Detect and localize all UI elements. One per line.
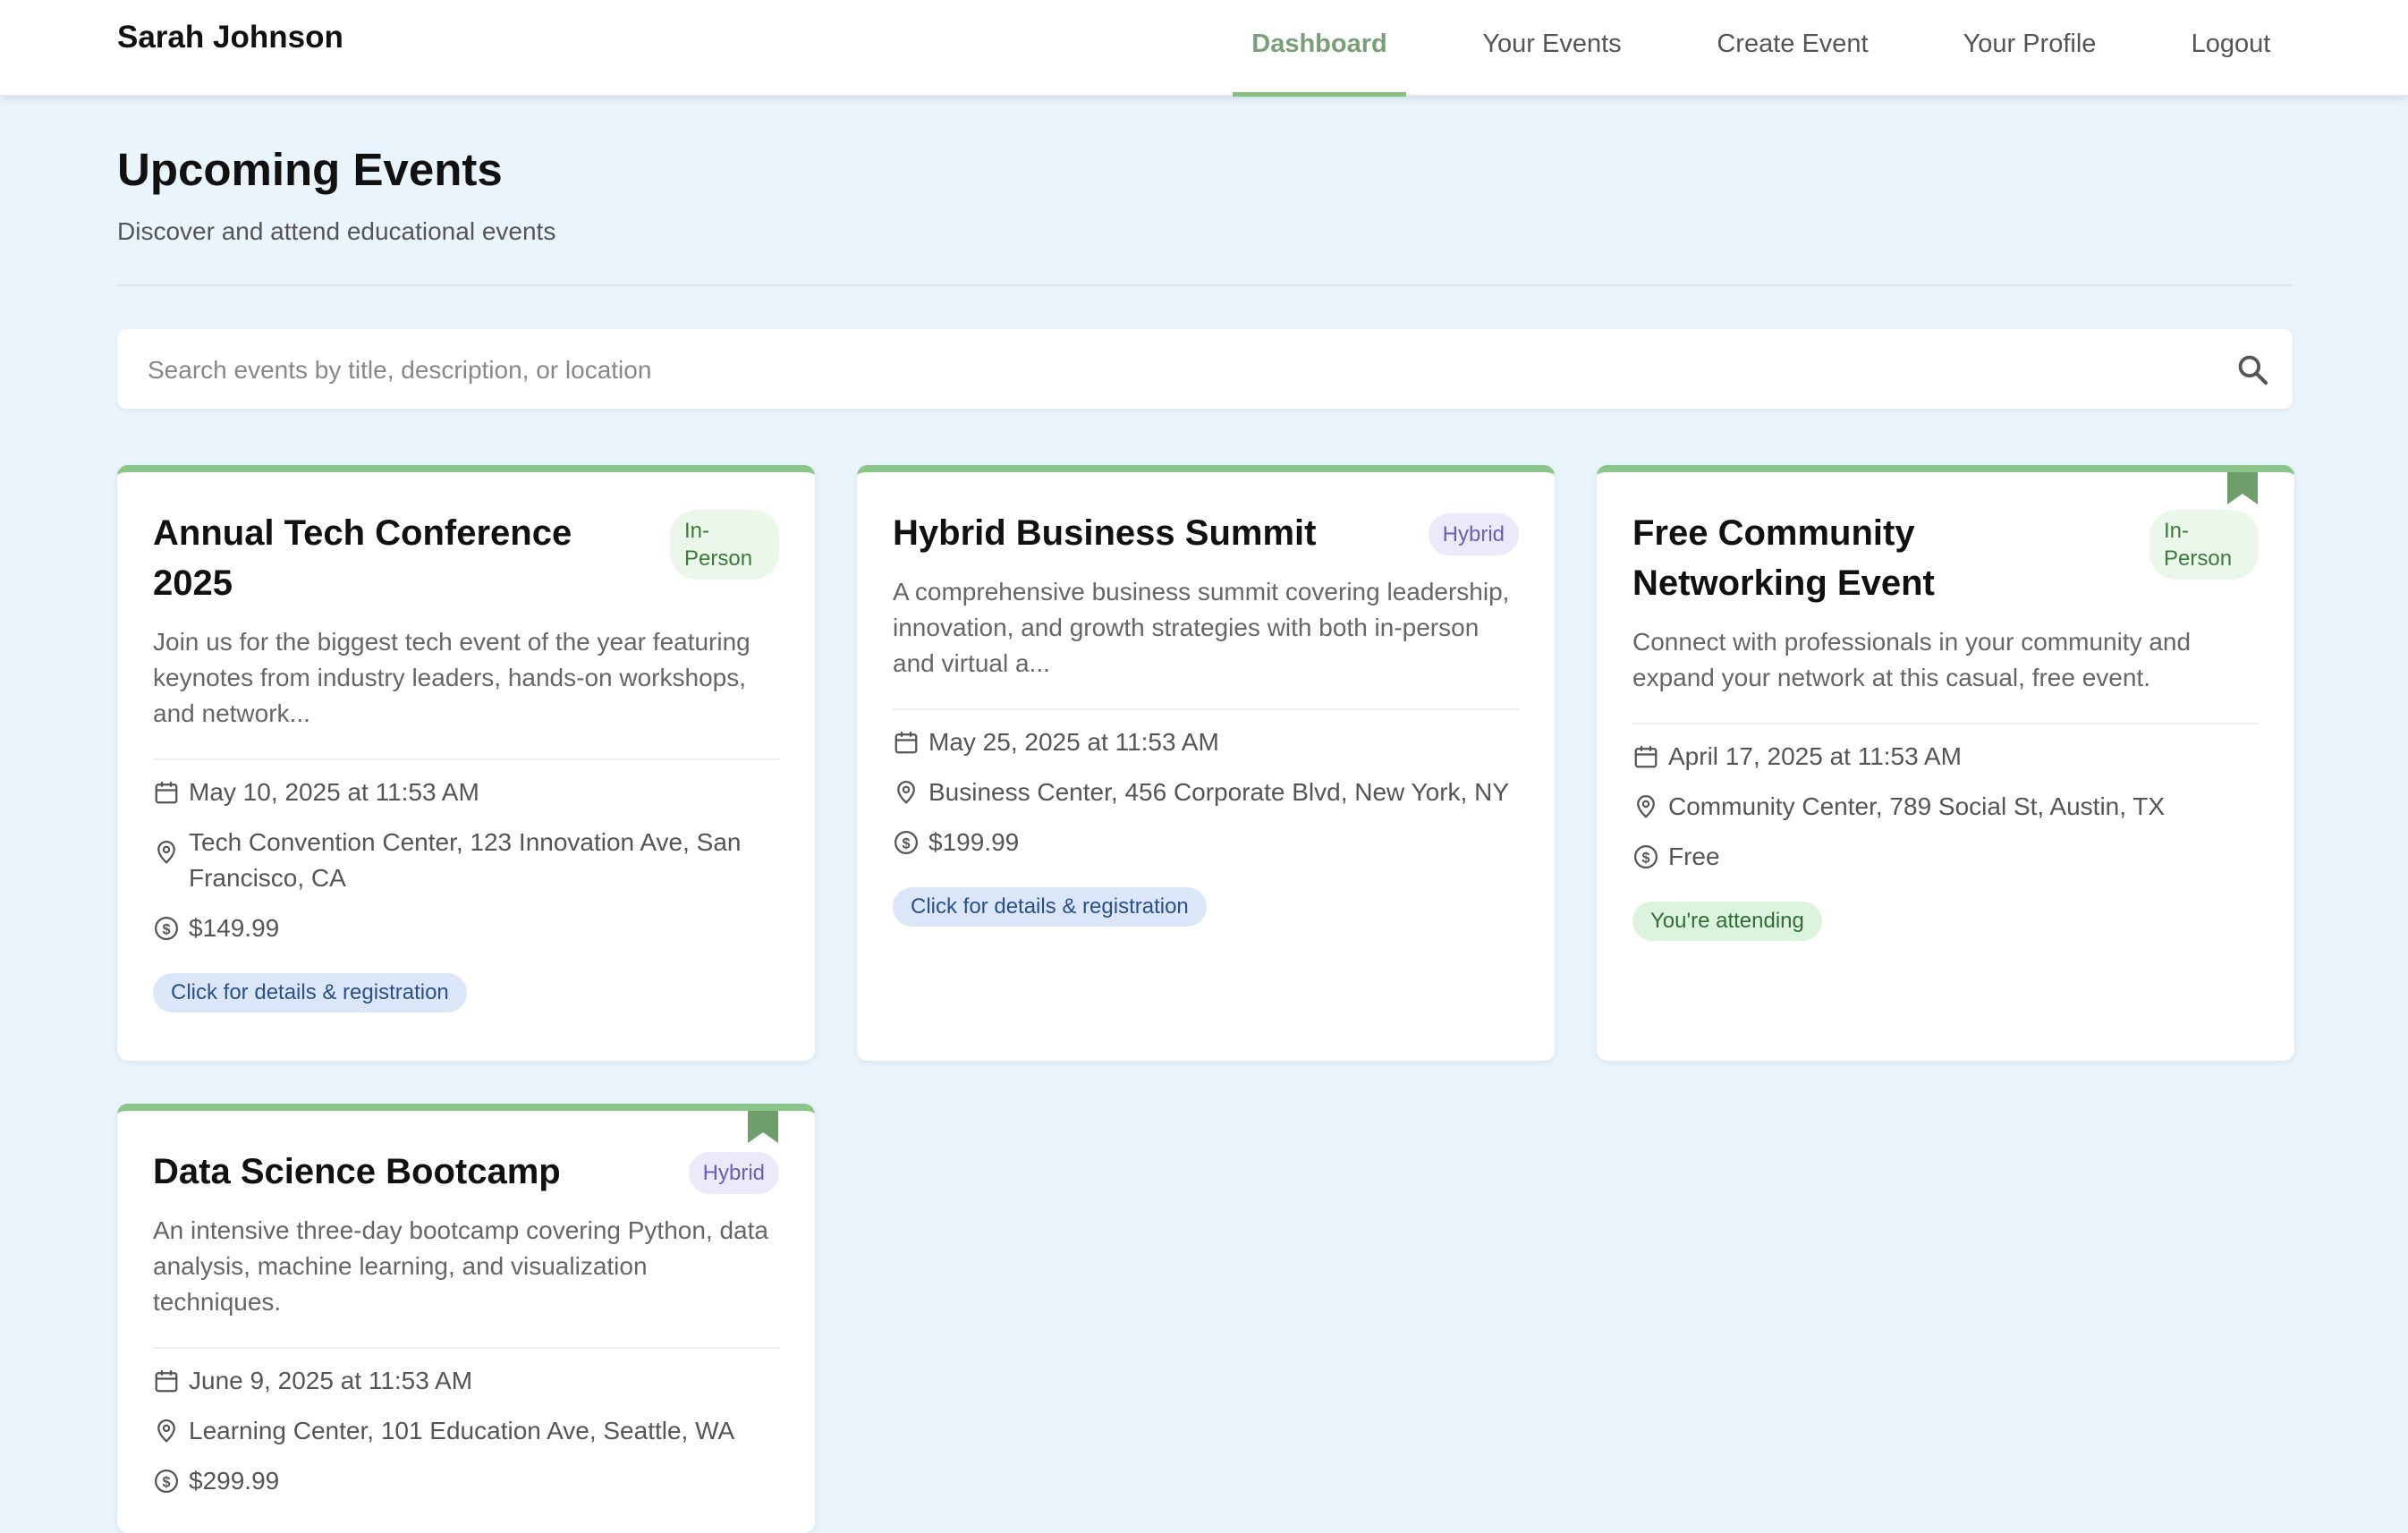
event-card[interactable]: Data Science Bootcamp Hybrid An intensiv… [117,1104,815,1533]
header-divider [117,284,2293,286]
calendar-icon [155,1370,178,1393]
dollar-icon: $ [155,917,178,940]
calendar-icon [1634,746,1658,768]
search-box [117,329,2293,411]
svg-text:$: $ [162,1474,170,1490]
event-date-text: May 10, 2025 at 11:53 AM [189,778,479,806]
location-pin-icon [157,1419,175,1443]
svg-text:$: $ [1641,850,1649,866]
search-icon[interactable] [2235,352,2269,386]
event-type-badge: Hybrid [688,1152,779,1194]
event-price-text: $299.99 [189,1467,280,1495]
calendar-icon [155,782,178,804]
location-pin-icon [1637,795,1655,818]
dollar-icon: $ [155,1469,178,1493]
event-price: $ $299.99 [153,1463,779,1499]
event-card[interactable]: Annual Tech Conference 2025 In-Person Jo… [117,465,815,1061]
event-location-text: Tech Convention Center, 123 Innovation A… [189,828,742,892]
bookmark-icon[interactable] [748,1107,778,1143]
svg-text:$: $ [162,921,170,937]
event-type-badge: Hybrid [1428,513,1519,555]
event-price-text: $199.99 [928,828,1020,856]
event-title: Hybrid Business Summit [893,513,1317,553]
location-pin-icon [897,781,915,804]
event-description: An intensive three-day bootcamp covering… [153,1216,768,1316]
details-registration-link[interactable]: Click for details & registration [153,973,467,1012]
card-divider [893,708,1519,710]
event-description: Join us for the biggest tech event of th… [153,628,750,727]
nav-your-events[interactable]: Your Events [1467,0,1637,97]
bookmark-icon[interactable] [2227,469,2258,504]
event-type-badge: In-Person [2149,510,2259,580]
search-input[interactable] [146,329,2207,411]
event-title: Data Science Bootcamp [153,1152,561,1191]
event-location: Tech Convention Center, 123 Innovation A… [153,825,779,896]
event-price-text: Free [1668,843,1720,870]
page-title: Upcoming Events [117,144,503,195]
nav-logout[interactable]: Logout [2179,0,2283,97]
card-divider [1632,723,2259,724]
event-price: $ Free [1632,839,2259,875]
event-price-text: $149.99 [189,914,280,942]
event-card[interactable]: Hybrid Business Summit Hybrid A comprehe… [857,465,1555,1061]
event-price: $ $149.99 [153,910,779,946]
event-location-text: Community Center, 789 Social St, Austin,… [1668,792,2166,820]
card-divider [153,758,779,760]
event-card[interactable]: Free Community Networking Event In-Perso… [1597,465,2294,1061]
event-date-text: May 25, 2025 at 11:53 AM [928,728,1219,756]
nav-create-event[interactable]: Create Event [1703,0,1882,97]
dollar-icon: $ [1634,845,1658,868]
user-name: Sarah Johnson [117,20,343,55]
nav-your-profile[interactable]: Your Profile [1946,0,2113,97]
svg-text:$: $ [902,835,910,851]
event-date: May 25, 2025 at 11:53 AM [893,724,1519,760]
dollar-icon: $ [895,831,918,854]
event-date: June 9, 2025 at 11:53 AM [153,1363,779,1399]
event-date: May 10, 2025 at 11:53 AM [153,775,779,810]
event-title: Annual Tech Conference 2025 [153,513,572,603]
event-description: Connect with professionals in your commu… [1632,628,2192,691]
calendar-icon [895,732,918,754]
event-price: $ $199.99 [893,825,1519,860]
event-location: Business Center, 456 Corporate Blvd, New… [893,775,1519,810]
event-location: Community Center, 789 Social St, Austin,… [1632,789,2259,825]
card-divider [153,1347,779,1349]
attending-status-badge: You're attending [1632,902,1822,941]
details-registration-link[interactable]: Click for details & registration [893,887,1207,927]
event-type-badge: In-Person [670,510,779,580]
event-description: A comprehensive business summit covering… [893,578,1510,677]
location-pin-icon [157,841,175,864]
event-date-text: June 9, 2025 at 11:53 AM [189,1367,473,1394]
event-date-text: April 17, 2025 at 11:53 AM [1668,742,1962,770]
top-navbar: Sarah Johnson Dashboard Your Events Crea… [0,0,2408,97]
event-title: Free Community Networking Event [1632,513,1935,603]
event-location-text: Learning Center, 101 Education Ave, Seat… [189,1417,735,1444]
page-subtitle: Discover and attend educational events [117,217,556,245]
event-date: April 17, 2025 at 11:53 AM [1632,739,2259,775]
event-location: Learning Center, 101 Education Ave, Seat… [153,1413,779,1449]
nav-dashboard[interactable]: Dashboard [1233,0,1406,97]
event-location-text: Business Center, 456 Corporate Blvd, New… [928,778,1510,806]
